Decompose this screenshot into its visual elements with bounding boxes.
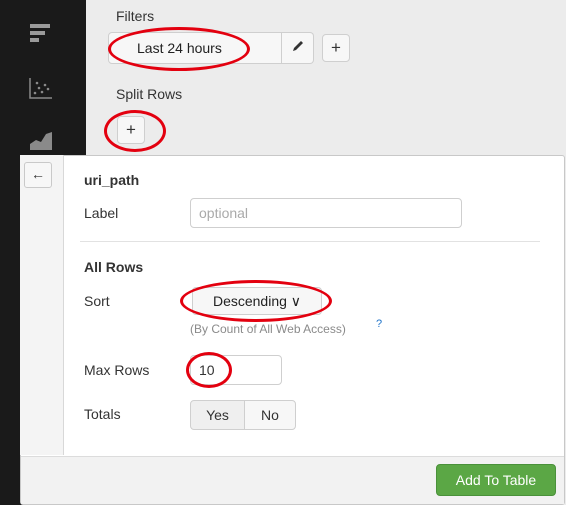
list-icon[interactable] [28, 22, 54, 46]
sort-label: Sort [84, 293, 110, 309]
split-rows-heading: Split Rows [116, 86, 183, 102]
max-rows-label: Max Rows [84, 362, 150, 378]
label-field-label: Label [84, 205, 119, 221]
add-split-row-button[interactable]: + [117, 116, 145, 144]
divider [80, 241, 540, 242]
panel-gutter [20, 155, 64, 455]
scatter-chart-icon[interactable] [28, 76, 54, 100]
label-input[interactable]: optional [190, 198, 462, 228]
add-to-table-button[interactable]: Add To Table [436, 464, 556, 496]
time-range-filter[interactable]: Last 24 hours [108, 32, 282, 64]
totals-no-button[interactable]: No [244, 400, 296, 430]
totals-label: Totals [84, 406, 121, 422]
help-icon[interactable]: ? [376, 318, 382, 330]
add-filter-button[interactable]: + [322, 34, 350, 62]
max-rows-input[interactable]: 10 [190, 355, 282, 385]
totals-yes-button[interactable]: Yes [190, 400, 245, 430]
back-button[interactable]: ← [24, 162, 52, 188]
sort-hint: (By Count of All Web Access) [190, 322, 346, 336]
field-name-title: uri_path [84, 172, 140, 188]
edit-filter-button[interactable] [282, 32, 314, 64]
filters-heading: Filters [116, 8, 155, 24]
sort-dropdown[interactable]: Descending ∨ [192, 287, 322, 315]
pencil-icon [291, 39, 305, 58]
area-chart-icon[interactable] [28, 128, 54, 152]
all-rows-heading: All Rows [84, 259, 144, 275]
